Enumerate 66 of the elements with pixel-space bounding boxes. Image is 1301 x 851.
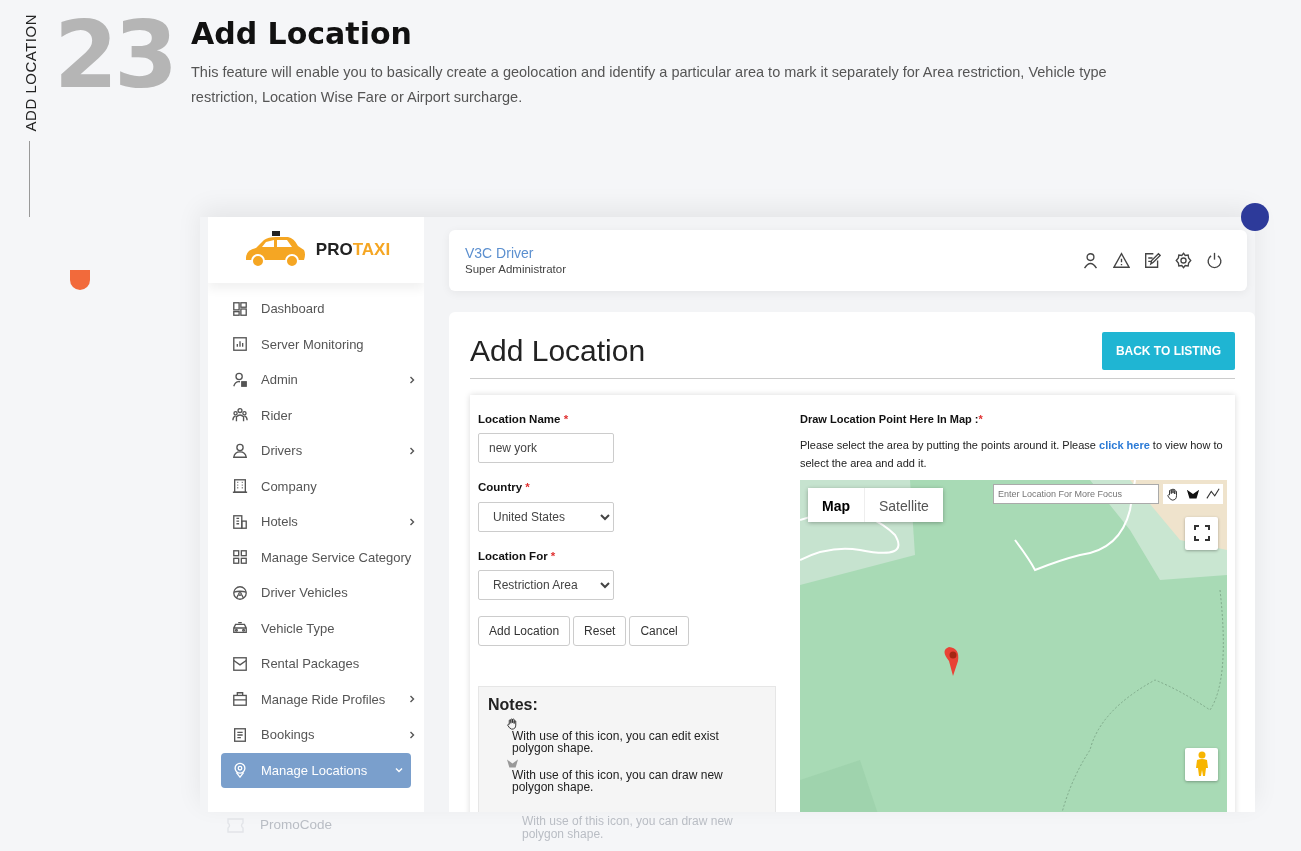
map-type-tab[interactable]: Satellite	[864, 487, 943, 522]
hand-icon	[506, 716, 519, 730]
page-title: Add Location	[191, 16, 413, 52]
sidebar-item[interactable]: Hotels	[208, 504, 424, 540]
field-label: Location For *	[478, 548, 557, 564]
sidebar-item[interactable]: Driver Vehicles	[208, 575, 424, 611]
map-label: Draw Location Point Here In Map :*	[800, 412, 984, 427]
pegman-icon	[1194, 751, 1209, 777]
sidebar-item[interactable]: Vehicle Type	[208, 610, 424, 646]
building-icon	[232, 478, 248, 495]
form-button[interactable]: Reset	[573, 615, 627, 646]
package-icon	[232, 655, 248, 672]
field-label: Location Name *	[478, 412, 570, 427]
dot-icon	[1241, 203, 1269, 231]
steering-wheel-icon	[232, 584, 248, 601]
hotel-icon	[232, 513, 248, 530]
chart-icon	[232, 336, 248, 353]
briefcase-icon	[232, 691, 248, 708]
document-icon	[232, 726, 248, 743]
warning-icon[interactable]	[1113, 252, 1130, 269]
sidebar-item[interactable]: Manage Ride Profiles	[208, 681, 424, 717]
sidebar-item[interactable]: Server Monitoring	[208, 326, 424, 362]
fullscreen-icon	[1193, 525, 1210, 541]
note-text: With use of this icon, you can draw new polygon shape.	[522, 815, 734, 841]
user-icon	[232, 442, 248, 459]
settings-icon[interactable]	[1175, 252, 1192, 269]
sidebar-item: PromoCode	[260, 816, 333, 834]
user-role: Super Administrator	[465, 262, 566, 276]
user-name: V3C Driver	[465, 245, 535, 262]
select-field[interactable]: Restriction Area	[478, 569, 614, 600]
note-text: With use of this icon, you can draw new polygon shape.	[511, 768, 724, 793]
location-icon	[232, 762, 248, 779]
notes-title: Notes:	[488, 694, 539, 715]
form-button[interactable]: Cancel	[629, 615, 689, 646]
sidebar-item[interactable]: Rider	[208, 397, 424, 433]
grid-icon	[232, 549, 248, 566]
field-label: Country *	[478, 480, 531, 496]
sidebar-item[interactable]: Company	[208, 468, 424, 504]
logo-text: PROTAXI	[315, 239, 391, 262]
fullscreen-button[interactable]	[1185, 516, 1218, 550]
help-link[interactable]: click here	[1099, 438, 1150, 451]
input-field[interactable]: new york	[478, 433, 614, 464]
dashboard-icon	[232, 300, 248, 317]
polygon-icon	[506, 757, 519, 769]
section-label: ADD LOCATION	[21, 14, 40, 132]
user-icon[interactable]	[1082, 252, 1099, 269]
select-field[interactable]: United States	[478, 501, 614, 532]
note-text: With use of this icon, you can edit exist polygon shape.	[511, 729, 720, 754]
map-instructions: Please select the area by putting the points around it. Please click here to view how to select the area and add it.	[800, 437, 1224, 471]
user-lock-icon	[232, 371, 248, 388]
sidebar-item[interactable]: Manage Service Category	[208, 539, 424, 575]
form-button[interactable]: Add Location	[478, 615, 571, 646]
map-search-field[interactable]: Enter Location For More Focus	[993, 483, 1159, 504]
edit-icon[interactable]	[1144, 252, 1161, 269]
sidebar-item[interactable]: Rental Packages	[208, 646, 424, 682]
sidebar-item[interactable]: Drivers	[208, 433, 424, 469]
sidebar-item[interactable]: Admin	[208, 362, 424, 398]
sidebar-item[interactable]: Bookings	[208, 717, 424, 753]
section-number: 23	[54, 10, 176, 111]
group-icon	[232, 407, 248, 424]
content-title: Add Location	[470, 333, 646, 369]
drop-icon	[68, 267, 92, 292]
sidebar-item[interactable]: Dashboard	[208, 291, 424, 327]
power-icon[interactable]	[1206, 252, 1223, 269]
page-description: This feature will enable you to basically create a geolocation and identify a particular area to mark it separately for Area restriction, Vehicle type restriction, Location Wise Fare or Airport surcharge.	[191, 63, 1108, 107]
map-type-tab[interactable]: Map	[808, 487, 864, 522]
